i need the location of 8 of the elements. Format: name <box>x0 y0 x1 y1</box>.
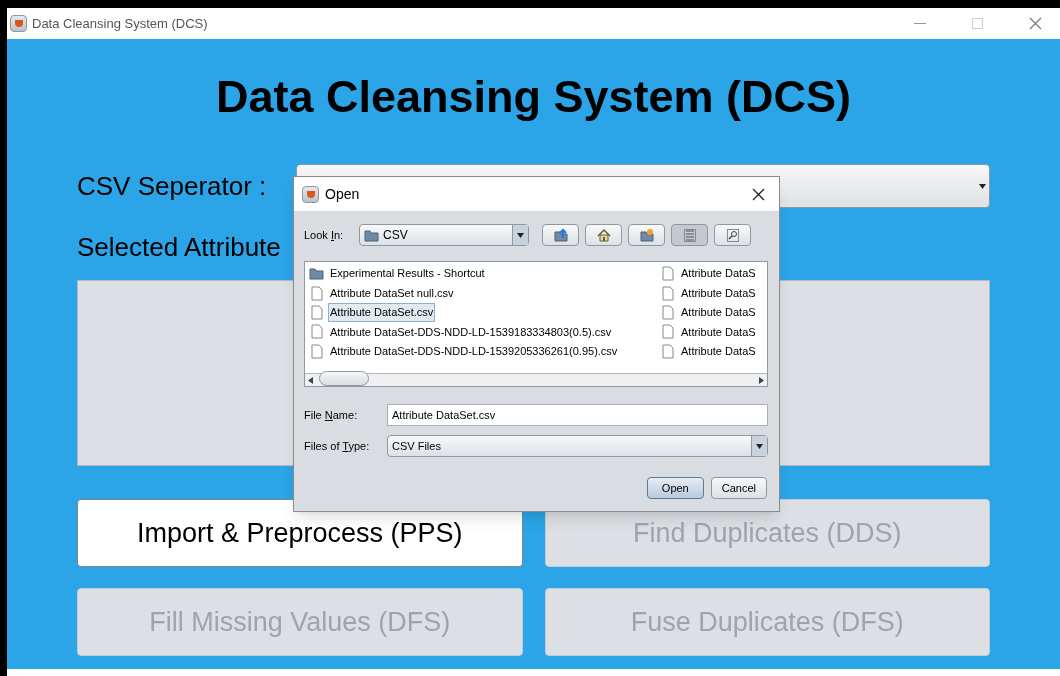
window-title: Data Cleansing System (DCS) <box>32 14 208 33</box>
field-label: Look In: <box>304 227 345 243</box>
app-heading: Data Cleansing System (DCS) <box>215 70 852 124</box>
field-label: Selected Attribute <box>77 230 281 264</box>
field-label: Files of Type: <box>304 438 371 454</box>
field-label: File Name: <box>304 407 359 423</box>
field-label: CSV Seperator : <box>77 169 268 203</box>
dialog-title: Open <box>325 184 360 204</box>
